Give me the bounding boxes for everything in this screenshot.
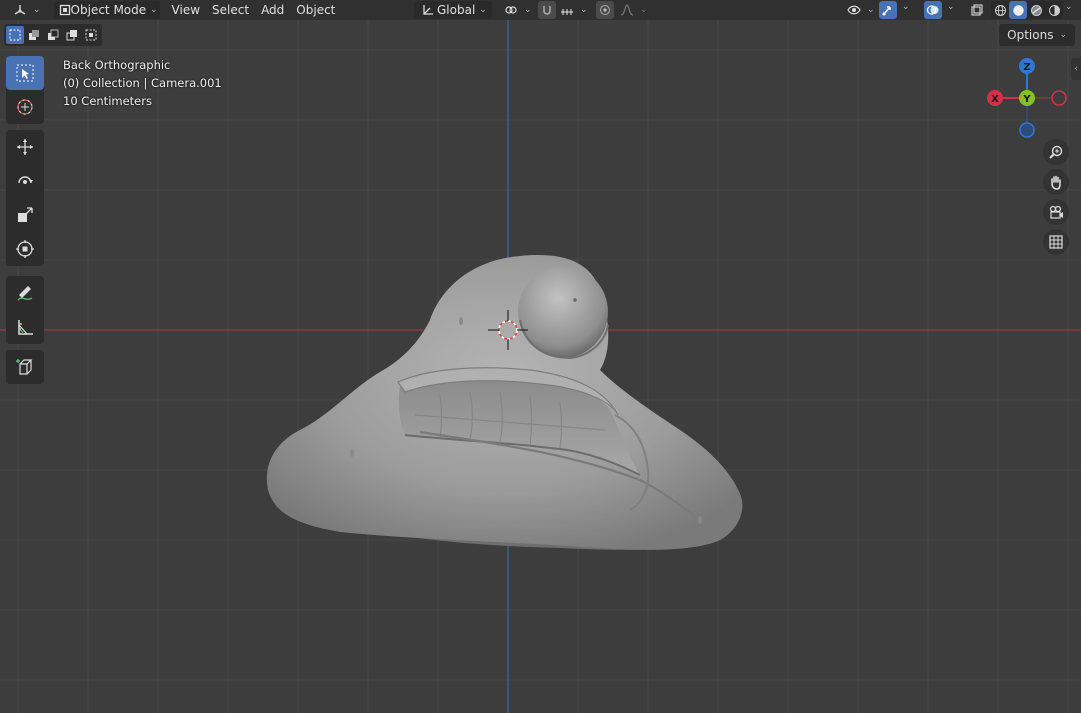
- xray-toggle-icon[interactable]: [968, 1, 986, 19]
- sidebar-collapse-icon[interactable]: ‹: [1071, 58, 1081, 80]
- tool-move[interactable]: [6, 130, 44, 164]
- tool-rotate[interactable]: [6, 164, 44, 198]
- snap-target-dropdown[interactable]: ⌄: [553, 1, 593, 19]
- overlays-chevron-icon[interactable]: ⌄: [947, 2, 955, 12]
- select-subtract-icon[interactable]: [44, 26, 62, 44]
- falloff-dropdown[interactable]: ⌄: [613, 1, 653, 19]
- toolbar-add-group: [6, 350, 44, 384]
- grid-scale: 10 Centimeters: [63, 94, 152, 108]
- hand-icon: [1051, 175, 1061, 190]
- select-intersect-icon[interactable]: [82, 26, 100, 44]
- tool-add-cube[interactable]: [6, 350, 44, 384]
- chevron-down-icon: ⌄: [150, 5, 158, 15]
- orientation-label: Global: [437, 3, 476, 17]
- mode-dropdown[interactable]: Object Mode ⌄: [53, 1, 160, 19]
- object-mode-icon: [59, 1, 71, 19]
- chevron-down-icon: ⌄: [1059, 30, 1067, 40]
- menu-bar: View Select Add Object: [166, 3, 342, 17]
- zoom-button[interactable]: [1043, 139, 1069, 165]
- rendered-shading-icon[interactable]: [1045, 1, 1063, 19]
- x-axis-label: X: [991, 94, 999, 105]
- navigation-gizmo[interactable]: X Z Y: [985, 56, 1071, 142]
- select-new-icon[interactable]: [6, 26, 24, 44]
- tool-select-box[interactable]: [6, 56, 44, 90]
- negative-z-handle: [1019, 122, 1035, 138]
- menu-object[interactable]: Object: [290, 3, 341, 17]
- blender-window: ⌄ Object Mode ⌄ View Select Add Object G…: [0, 0, 1081, 713]
- menu-select[interactable]: Select: [206, 3, 255, 17]
- transform-icon: [16, 240, 34, 258]
- grid-icon: [1049, 235, 1063, 249]
- chevron-down-icon: ⌄: [580, 5, 588, 15]
- tool-annotate[interactable]: [6, 276, 44, 310]
- menu-add[interactable]: Add: [255, 3, 290, 17]
- solid-shading-icon[interactable]: [1009, 1, 1027, 19]
- options-dropdown[interactable]: Options ⌄: [999, 24, 1075, 46]
- 3d-viewport-icon: [11, 1, 29, 19]
- move-icon: [17, 139, 33, 155]
- chevron-down-icon: ⌄: [33, 5, 41, 15]
- proportional-editing-icon: [596, 1, 614, 19]
- transform-orientation-dropdown[interactable]: Global ⌄: [414, 1, 492, 19]
- camera-icon: [1049, 205, 1063, 219]
- add-cube-icon: [16, 359, 33, 375]
- orientation-global-icon: [419, 1, 437, 19]
- measure-icon: [18, 320, 33, 335]
- eye-icon: [845, 1, 863, 19]
- falloff-curve-icon: [618, 1, 636, 19]
- tool-measure[interactable]: [6, 310, 44, 344]
- mode-label: Object Mode: [70, 3, 147, 17]
- editor-type-button[interactable]: ⌄: [6, 1, 46, 19]
- toolbar-annotate-group: [6, 276, 44, 344]
- wireframe-shading-icon[interactable]: [991, 1, 1009, 19]
- select-box-icon: [16, 64, 34, 82]
- tool-transform[interactable]: [6, 232, 44, 266]
- gizmo-toggle-icon[interactable]: [879, 1, 897, 19]
- y-axis-label: Y: [1022, 94, 1031, 105]
- pan-button[interactable]: [1043, 169, 1069, 195]
- shading-chevron-icon[interactable]: ⌄: [1065, 2, 1073, 12]
- toolbar-select-group: [6, 56, 44, 124]
- snap-increment-icon: [558, 1, 576, 19]
- gizmo-chevron-icon[interactable]: ⌄: [902, 2, 910, 12]
- select-mode-bar: [4, 24, 102, 46]
- viewport-header: ⌄ Object Mode ⌄ View Select Add Object G…: [0, 0, 1081, 20]
- options-label: Options: [1007, 28, 1054, 42]
- annotate-icon: [17, 286, 33, 301]
- chevron-down-icon: ⌄: [524, 5, 532, 15]
- viewport-info-overlay: Back Orthographic (0) Collection | Camer…: [63, 56, 222, 110]
- 3d-viewport[interactable]: Options ⌄ ‹ Back Orthographic (0) Collec…: [0, 20, 1081, 713]
- material-preview-shading-icon[interactable]: [1027, 1, 1045, 19]
- view-name: Back Orthographic: [63, 58, 171, 72]
- visibility-dropdown[interactable]: ⌄: [840, 1, 880, 19]
- chevron-down-icon: ⌄: [867, 5, 875, 15]
- menu-view[interactable]: View: [166, 3, 206, 17]
- overlays-toggle-icon[interactable]: [924, 1, 942, 19]
- toolbar-transform-group: [6, 130, 44, 266]
- chevron-down-icon: ⌄: [479, 5, 487, 15]
- shading-mode-group: [991, 1, 1063, 19]
- z-axis-label: Z: [1023, 62, 1030, 73]
- zoom-icon: [1049, 145, 1063, 159]
- select-extend-icon[interactable]: [25, 26, 43, 44]
- tool-scale[interactable]: [6, 198, 44, 232]
- negative-x-handle: [1051, 90, 1067, 106]
- creature-mesh[interactable]: [0, 20, 1081, 713]
- rotate-icon: [18, 176, 33, 184]
- chevron-down-icon: ⌄: [640, 5, 648, 15]
- pivot-icon: [502, 1, 520, 19]
- select-invert-icon[interactable]: [63, 26, 81, 44]
- projection-toggle-button[interactable]: [1043, 229, 1069, 255]
- scale-icon: [18, 207, 33, 222]
- collection-info: (0) Collection | Camera.001: [63, 76, 222, 90]
- cursor-icon: [17, 99, 33, 115]
- pivot-point-dropdown[interactable]: ⌄: [497, 1, 537, 19]
- camera-view-button[interactable]: [1043, 199, 1069, 225]
- tool-cursor[interactable]: [6, 90, 44, 124]
